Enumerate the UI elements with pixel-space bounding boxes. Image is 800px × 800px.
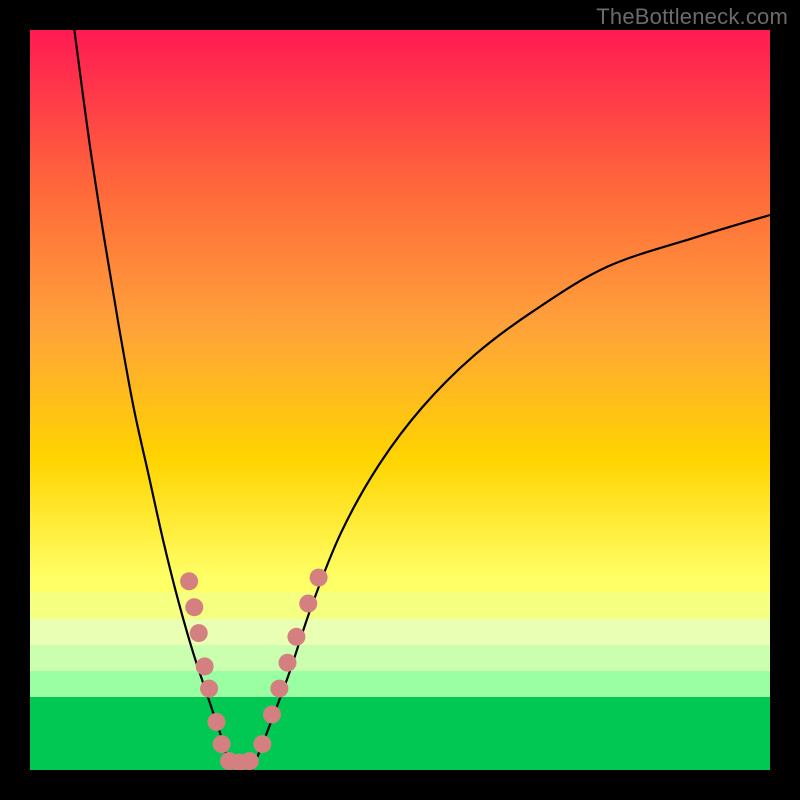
marker-dot-13	[279, 654, 297, 672]
marker-dot-9	[241, 752, 259, 770]
marker-dot-5	[207, 713, 225, 731]
marker-dots	[180, 569, 328, 770]
marker-dot-6	[213, 735, 231, 753]
marker-dot-16	[310, 569, 328, 587]
plot-area	[30, 30, 770, 770]
marker-dot-0	[180, 572, 198, 590]
chart-stage: TheBottleneck.com	[0, 0, 800, 800]
marker-dot-1	[185, 598, 203, 616]
marker-dot-12	[270, 680, 288, 698]
marker-dot-15	[299, 595, 317, 613]
curve-layer	[30, 30, 770, 770]
marker-dot-2	[190, 624, 208, 642]
marker-dot-14	[287, 628, 305, 646]
marker-dot-10	[253, 735, 271, 753]
watermark-text: TheBottleneck.com	[596, 4, 788, 30]
marker-dot-4	[200, 680, 218, 698]
curve-right-arm	[252, 215, 770, 770]
marker-dot-11	[263, 706, 281, 724]
marker-dot-3	[196, 657, 214, 675]
